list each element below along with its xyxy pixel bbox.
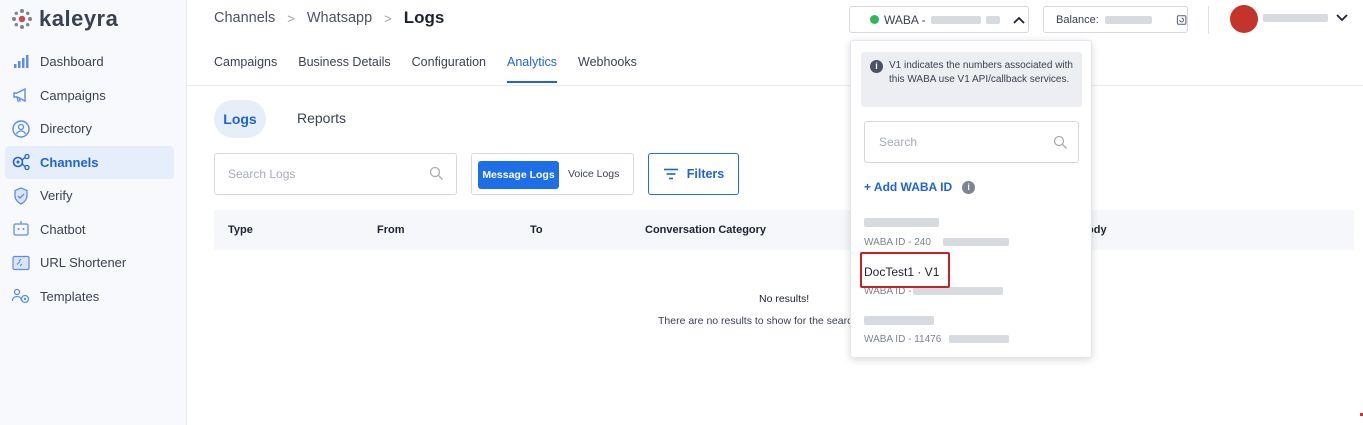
- tab-campaigns[interactable]: Campaigns: [214, 55, 277, 83]
- filters-label: Filters: [686, 167, 725, 181]
- megaphone-icon: [11, 85, 31, 105]
- channels-icon: [11, 152, 31, 172]
- tab-configuration[interactable]: Configuration: [412, 55, 486, 83]
- redacted-waba-name: [864, 218, 939, 227]
- redacted-waba-id: [943, 238, 1009, 246]
- add-waba-label: + Add WABA ID: [864, 180, 953, 194]
- chevron-right-icon: >: [384, 10, 392, 26]
- column-header-type: Type: [228, 224, 253, 236]
- sidebar-item-url-shortener[interactable]: URL Shortener: [5, 246, 174, 280]
- sidebar-item-campaigns[interactable]: Campaigns: [5, 79, 174, 113]
- redacted-waba-name: [864, 316, 934, 325]
- waba-selector-label: WABA -: [884, 12, 926, 27]
- voice-logs-button[interactable]: Voice Logs: [568, 168, 619, 180]
- filters-button[interactable]: Filters: [648, 153, 739, 195]
- sidebar-nav: Dashboard Campaigns Directory Channels V…: [5, 45, 174, 313]
- avatar[interactable]: [1230, 5, 1258, 33]
- contact-icon: [11, 119, 31, 139]
- message-logs-button[interactable]: Message Logs: [478, 161, 559, 189]
- column-header-to: To: [530, 224, 543, 236]
- sidebar-item-templates[interactable]: Templates: [5, 280, 174, 314]
- selection-highlight-box: [860, 252, 950, 288]
- breadcrumb: Channels > Whatsapp > Logs: [214, 8, 444, 28]
- waba-id-label: WABA ID - 240: [864, 237, 931, 248]
- sidebar-item-dashboard[interactable]: Dashboard: [5, 45, 174, 79]
- sidebar-item-directory[interactable]: Directory: [5, 112, 174, 146]
- log-type-toggle: Message Logs Voice Logs: [471, 153, 634, 195]
- shield-check-icon: [11, 186, 31, 206]
- info-icon[interactable]: i: [962, 180, 976, 194]
- empty-state-message: There are no results to show for the sea…: [658, 315, 853, 327]
- sidebar-item-label: Templates: [40, 288, 100, 304]
- chevron-down-icon[interactable]: [1336, 14, 1348, 22]
- refresh-icon[interactable]: [1176, 14, 1187, 26]
- balance-display[interactable]: Balance:: [1043, 6, 1188, 33]
- redacted-waba-id: [949, 335, 1009, 343]
- sidebar-item-label: Campaigns: [40, 87, 106, 103]
- search-icon: [1053, 135, 1067, 149]
- sidebar-item-chatbot[interactable]: Chatbot: [5, 213, 174, 247]
- link-icon: [11, 253, 31, 273]
- chevron-right-icon: >: [287, 10, 295, 26]
- sidebar-item-channels[interactable]: Channels: [5, 145, 174, 179]
- waba-search-placeholder: Search: [879, 135, 918, 149]
- waba-search-input[interactable]: Search: [864, 121, 1079, 163]
- tab-analytics[interactable]: Analytics: [507, 55, 558, 83]
- breadcrumb-whatsapp[interactable]: Whatsapp: [307, 10, 372, 26]
- subtab-logs[interactable]: Logs: [214, 100, 266, 138]
- tab-divider: [187, 85, 1363, 86]
- sidebar-item-label: Directory: [40, 121, 93, 137]
- add-waba-id-button[interactable]: + Add WABA ID i: [864, 180, 976, 194]
- bar-chart-icon: [11, 52, 31, 72]
- page-title: Logs: [403, 8, 445, 27]
- redacted-balance-value: [1104, 15, 1152, 24]
- subtab-reports[interactable]: Reports: [297, 110, 346, 126]
- sidebar-item-label: Dashboard: [40, 54, 104, 70]
- redacted-waba-id: [913, 287, 1003, 295]
- chatbot-icon: [11, 219, 31, 239]
- tab-bar: Campaigns Business Details Configuration…: [214, 55, 658, 83]
- whatsapp-icon: [870, 15, 879, 24]
- chevron-up-icon: [1012, 16, 1025, 24]
- empty-state-title: No results!: [759, 293, 810, 305]
- v1-info-box: i V1 indicates the numbers associated wi…: [861, 52, 1082, 107]
- filter-icon: [663, 168, 678, 180]
- templates-icon: [11, 286, 31, 306]
- redacted-user-name[interactable]: [1263, 14, 1328, 22]
- sidebar-item-label: Channels: [40, 154, 99, 170]
- sidebar-item-verify[interactable]: Verify: [5, 179, 174, 213]
- column-header-conversation-category: Conversation Category: [645, 224, 767, 236]
- balance-label: Balance:: [1056, 13, 1099, 26]
- sidebar-item-label: Chatbot: [40, 221, 86, 237]
- info-icon: i: [870, 60, 883, 73]
- header-divider: [1208, 6, 1209, 34]
- brand-name: kaleyra: [39, 6, 119, 31]
- table-header: Type From To Conversation Category ody: [214, 210, 1354, 250]
- waba-dropdown: i V1 indicates the numbers associated wi…: [850, 40, 1092, 358]
- kaleyra-logo-icon: [12, 9, 32, 29]
- redacted-waba-name: [930, 15, 981, 24]
- brand-logo[interactable]: kaleyra: [11, 6, 118, 32]
- tab-business-details[interactable]: Business Details: [298, 55, 390, 83]
- sidebar-item-label: URL Shortener: [40, 255, 127, 271]
- search-logs-input[interactable]: Search Logs: [214, 153, 457, 195]
- sidebar-item-label: Verify: [40, 188, 73, 204]
- tab-webhooks[interactable]: Webhooks: [578, 55, 637, 83]
- breadcrumb-channels[interactable]: Channels: [214, 10, 275, 26]
- waba-selector[interactable]: WABA -: [849, 6, 1029, 33]
- redacted-waba-tag: [985, 15, 1000, 24]
- search-logs-placeholder: Search Logs: [228, 167, 296, 181]
- column-header-from: From: [377, 224, 405, 236]
- sidebar: kaleyra Dashboard Campaigns Directory Ch…: [0, 0, 187, 425]
- waba-id-label: WABA ID - 11476: [864, 334, 942, 345]
- search-icon: [429, 166, 443, 180]
- v1-info-text: V1 indicates the numbers associated with…: [889, 60, 1073, 85]
